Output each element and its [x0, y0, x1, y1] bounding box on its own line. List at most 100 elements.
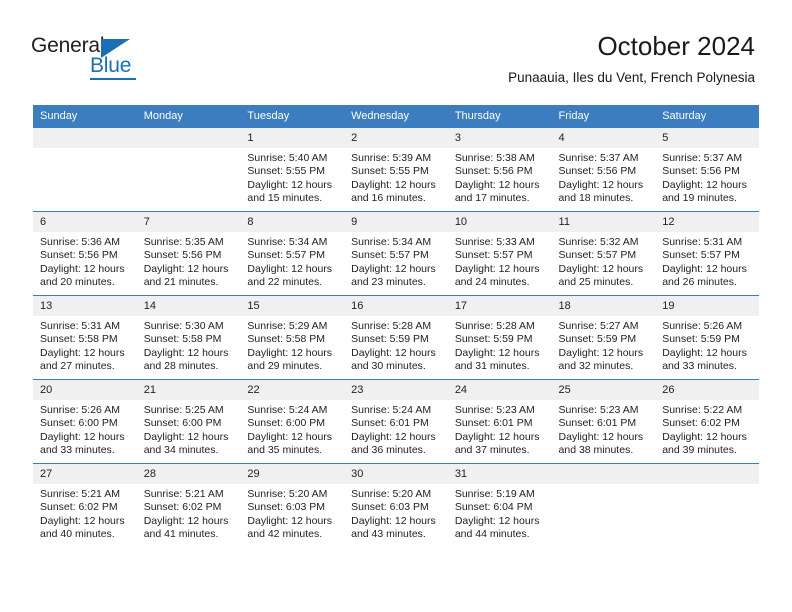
daylight-text: Daylight: 12 hours and 20 minutes.	[40, 262, 125, 289]
day-number	[551, 464, 656, 484]
sunset-text: Sunset: 5:57 PM	[662, 249, 740, 262]
sunset-text: Sunset: 5:55 PM	[351, 165, 429, 178]
sunrise-text: Sunrise: 5:34 AM	[247, 236, 328, 248]
day-info: Sunrise: 5:20 AM Sunset: 6:03 PM Daylight:…	[240, 484, 344, 542]
calendar-day-cell[interactable]: 13 Sunrise: 5:31 AM Sunset: 5:58 PM Dayligh…	[33, 295, 137, 380]
sunrise-text: Sunrise: 5:40 AM	[247, 152, 328, 164]
day-number: 2	[344, 128, 448, 148]
calendar-day-cell[interactable]: 24 Sunrise: 5:23 AM Sunset: 6:01 PM Dayligh…	[447, 379, 552, 464]
calendar-day-cell[interactable]: 3 Sunrise: 5:38 AM Sunset: 5:56 PM Daylight…	[447, 127, 552, 212]
calendar-day-cell[interactable]: 16 Sunrise: 5:28 AM Sunset: 5:59 PM Dayligh…	[344, 295, 448, 380]
sunset-text: Sunset: 6:00 PM	[40, 417, 118, 430]
calendar-day-cell[interactable]: 29 Sunrise: 5:20 AM Sunset: 6:03 PM Dayligh…	[240, 463, 345, 547]
day-number: 12	[655, 212, 759, 232]
sunrise-text: Sunrise: 5:26 AM	[662, 320, 743, 332]
calendar-week-row: 1 Sunrise: 5:40 AM Sunset: 5:55 PM Daylight…	[33, 127, 759, 212]
daylight-text: Daylight: 12 hours and 17 minutes.	[454, 178, 540, 205]
day-number: 31	[447, 464, 552, 484]
day-info: Sunrise: 5:39 AM Sunset: 5:55 PM Daylight:…	[344, 148, 448, 206]
calendar-page: General Blue October 2024 Punaauia, Iles…	[0, 0, 792, 612]
calendar-day-cell[interactable]: 11 Sunrise: 5:32 AM Sunset: 5:57 PM Dayligh…	[551, 211, 656, 296]
page-title: October 2024	[597, 31, 755, 61]
calendar-day-cell[interactable]: 28 Sunrise: 5:21 AM Sunset: 6:02 PM Dayligh…	[136, 463, 241, 547]
day-number: 28	[136, 464, 241, 484]
day-info: Sunrise: 5:21 AM Sunset: 6:02 PM Daylight:…	[137, 484, 241, 542]
sunrise-text: Sunrise: 5:38 AM	[454, 152, 535, 164]
daylight-text: Daylight: 12 hours and 44 minutes.	[454, 514, 540, 541]
sunset-text: Sunset: 6:01 PM	[558, 417, 637, 430]
day-info: Sunrise: 5:30 AM Sunset: 5:58 PM Daylight:…	[137, 316, 241, 374]
day-number: 5	[655, 128, 759, 148]
calendar-day-cell[interactable]: 17 Sunrise: 5:28 AM Sunset: 5:59 PM Dayligh…	[447, 295, 552, 380]
calendar-day-cell[interactable]: 4 Sunrise: 5:37 AM Sunset: 5:56 PM Daylight…	[551, 127, 656, 212]
sunrise-text: Sunrise: 5:21 AM	[143, 488, 224, 500]
calendar-day-cell[interactable]: 9 Sunrise: 5:34 AM Sunset: 5:57 PM Daylight…	[344, 211, 448, 296]
day-number: 26	[655, 380, 759, 400]
sunrise-text: Sunrise: 5:30 AM	[143, 320, 224, 332]
day-number: 11	[551, 212, 656, 232]
calendar-day-cell[interactable]: 31 Sunrise: 5:19 AM Sunset: 6:04 PM Dayligh…	[447, 463, 552, 547]
daylight-text: Daylight: 12 hours and 19 minutes.	[662, 178, 747, 205]
calendar-day-cell[interactable]: 10 Sunrise: 5:33 AM Sunset: 5:57 PM Dayligh…	[447, 211, 552, 296]
calendar-day-cell[interactable]: 19 Sunrise: 5:26 AM Sunset: 5:59 PM Dayligh…	[655, 295, 759, 380]
daylight-text: Daylight: 12 hours and 30 minutes.	[351, 346, 436, 373]
sunrise-text: Sunrise: 5:25 AM	[143, 404, 224, 416]
sunrise-text: Sunrise: 5:22 AM	[662, 404, 743, 416]
calendar-day-cell[interactable]: 8 Sunrise: 5:34 AM Sunset: 5:57 PM Daylight…	[240, 211, 345, 296]
sunrise-text: Sunrise: 5:37 AM	[558, 152, 639, 164]
calendar-day-cell-empty	[655, 463, 759, 547]
sunrise-text: Sunrise: 5:32 AM	[558, 236, 639, 248]
calendar-day-cell[interactable]: 14 Sunrise: 5:30 AM Sunset: 5:58 PM Dayligh…	[136, 295, 241, 380]
calendar-day-cell[interactable]: 2 Sunrise: 5:39 AM Sunset: 5:55 PM Daylight…	[344, 127, 448, 212]
daylight-text: Daylight: 12 hours and 33 minutes.	[40, 430, 125, 457]
day-number	[136, 128, 241, 148]
sunrise-text: Sunrise: 5:29 AM	[247, 320, 328, 332]
calendar-day-cell[interactable]: 6 Sunrise: 5:36 AM Sunset: 5:56 PM Daylight…	[33, 211, 137, 296]
sunrise-text: Sunrise: 5:33 AM	[454, 236, 535, 248]
sunrise-text: Sunrise: 5:28 AM	[351, 320, 432, 332]
day-number: 10	[447, 212, 552, 232]
day-info: Sunrise: 5:40 AM Sunset: 5:55 PM Daylight:…	[240, 148, 344, 206]
calendar-day-cell[interactable]: 15 Sunrise: 5:29 AM Sunset: 5:58 PM Dayligh…	[240, 295, 345, 380]
calendar-day-cell[interactable]: 25 Sunrise: 5:23 AM Sunset: 6:01 PM Dayligh…	[551, 379, 656, 464]
calendar-day-cell-empty	[136, 127, 241, 212]
day-info: Sunrise: 5:34 AM Sunset: 5:57 PM Daylight:…	[240, 232, 344, 290]
sunset-text: Sunset: 6:00 PM	[247, 417, 326, 430]
calendar-day-cell[interactable]: 20 Sunrise: 5:26 AM Sunset: 6:00 PM Dayligh…	[33, 379, 137, 464]
daylight-text: Daylight: 12 hours and 34 minutes.	[143, 430, 229, 457]
page-header: General Blue October 2024 Punaauia, Iles…	[0, 0, 792, 104]
daylight-text: Daylight: 12 hours and 18 minutes.	[558, 178, 644, 205]
calendar-day-cell[interactable]: 30 Sunrise: 5:20 AM Sunset: 6:03 PM Dayligh…	[344, 463, 448, 547]
day-number: 20	[33, 380, 137, 400]
day-info: Sunrise: 5:34 AM Sunset: 5:57 PM Daylight:…	[344, 232, 448, 290]
day-number: 23	[344, 380, 448, 400]
daylight-text: Daylight: 12 hours and 33 minutes.	[662, 346, 747, 373]
calendar-day-cell-empty	[33, 127, 137, 212]
day-number: 29	[240, 464, 345, 484]
calendar-table: Sunday Monday Tuesday Wednesday Thursday…	[33, 105, 759, 547]
calendar-day-cell[interactable]: 22 Sunrise: 5:24 AM Sunset: 6:00 PM Dayligh…	[240, 379, 345, 464]
calendar-day-cell[interactable]: 1 Sunrise: 5:40 AM Sunset: 5:55 PM Daylight…	[240, 127, 345, 212]
daylight-text: Daylight: 12 hours and 37 minutes.	[454, 430, 540, 457]
calendar-day-cell[interactable]: 12 Sunrise: 5:31 AM Sunset: 5:57 PM Dayligh…	[655, 211, 759, 296]
calendar-day-cell[interactable]: 21 Sunrise: 5:25 AM Sunset: 6:00 PM Dayligh…	[136, 379, 241, 464]
day-number	[655, 464, 759, 484]
day-number: 1	[240, 128, 345, 148]
sunrise-text: Sunrise: 5:28 AM	[454, 320, 535, 332]
day-number: 22	[240, 380, 345, 400]
sunset-text: Sunset: 6:02 PM	[40, 501, 118, 514]
daylight-text: Daylight: 12 hours and 38 minutes.	[558, 430, 644, 457]
daylight-text: Daylight: 12 hours and 41 minutes.	[143, 514, 229, 541]
sunrise-text: Sunrise: 5:21 AM	[40, 488, 120, 500]
daylight-text: Daylight: 12 hours and 28 minutes.	[143, 346, 229, 373]
calendar-day-cell[interactable]: 27 Sunrise: 5:21 AM Sunset: 6:02 PM Dayligh…	[33, 463, 137, 547]
day-info: Sunrise: 5:21 AM Sunset: 6:02 PM Daylight:…	[33, 484, 137, 542]
calendar-day-cell[interactable]: 7 Sunrise: 5:35 AM Sunset: 5:56 PM Daylight…	[136, 211, 241, 296]
calendar-day-cell[interactable]: 18 Sunrise: 5:27 AM Sunset: 5:59 PM Dayligh…	[551, 295, 656, 380]
calendar-day-cell[interactable]: 26 Sunrise: 5:22 AM Sunset: 6:02 PM Dayligh…	[655, 379, 759, 464]
day-info: Sunrise: 5:23 AM Sunset: 6:01 PM Daylight:…	[448, 400, 552, 458]
daylight-text: Daylight: 12 hours and 36 minutes.	[351, 430, 436, 457]
daylight-text: Daylight: 12 hours and 32 minutes.	[558, 346, 644, 373]
calendar-day-cell[interactable]: 23 Sunrise: 5:24 AM Sunset: 6:01 PM Dayligh…	[344, 379, 448, 464]
calendar-day-cell[interactable]: 5 Sunrise: 5:37 AM Sunset: 5:56 PM Daylight…	[655, 127, 759, 212]
